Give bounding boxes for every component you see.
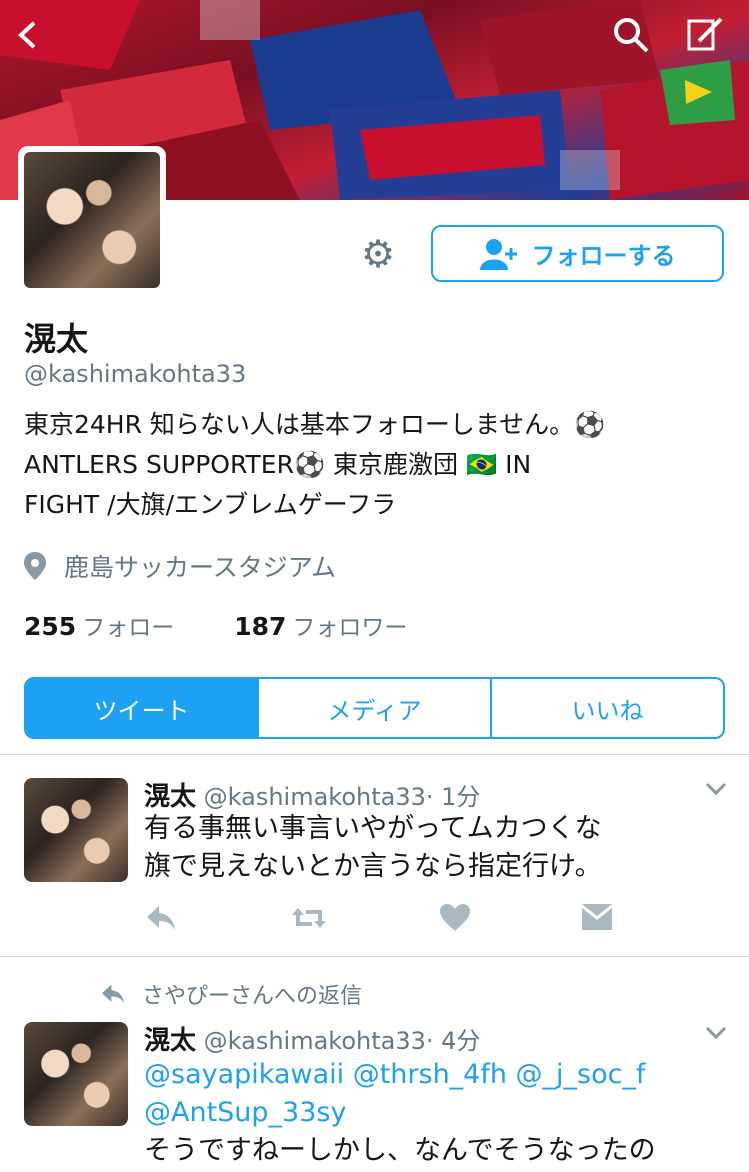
followers-stat[interactable]: 187 フォロワー <box>234 608 407 642</box>
profile-tabs: ツイート メディア いいね <box>24 677 725 739</box>
dm-button[interactable] <box>582 904 612 940</box>
location-pin-icon <box>24 552 46 580</box>
profile-handle: @kashimakohta33 <box>24 360 247 388</box>
tweet-text: 有る事無い事言いやがってムカつくな 旗で見えないとか言うなら指定行け。 <box>144 810 724 886</box>
follow-button-label: フォローする <box>531 242 676 270</box>
tweet-time: · 1分 <box>425 783 481 811</box>
chevron-down-icon <box>705 1026 727 1040</box>
tweet-time: · 4分 <box>425 1027 481 1055</box>
retweet-icon <box>292 908 326 928</box>
compose-icon <box>687 17 723 51</box>
profile-stats: 255 フォロー 187 フォロワー <box>24 608 407 642</box>
tweet-line: 旗で見えないとか言うなら指定行け。 <box>144 851 602 882</box>
retweet-button[interactable] <box>290 904 328 940</box>
following-label: フォロー <box>82 615 175 641</box>
tweet-avatar[interactable] <box>24 778 128 882</box>
search-button[interactable] <box>608 12 654 58</box>
bio-line: 東京24HR 知らない人は基本フォローしません。⚽ <box>24 410 606 439</box>
profile-location: 鹿島サッカースタジアム <box>24 548 336 584</box>
heart-icon <box>440 904 470 931</box>
reply-context-text: さやぴーさんへの返信 <box>142 984 363 1009</box>
reply-icon <box>102 984 124 1004</box>
compose-button[interactable] <box>682 12 728 58</box>
back-button[interactable] <box>4 12 50 58</box>
tweet-header: 滉太 @kashimakohta33· 4分 <box>144 1020 480 1057</box>
envelope-icon <box>582 904 612 930</box>
profile-avatar[interactable] <box>18 146 166 294</box>
like-button[interactable] <box>440 904 470 940</box>
bio-line: ANTLERS SUPPORTER⚽ 東京鹿激団 🇧🇷 IN <box>24 450 532 479</box>
reply-context[interactable]: さやぴーさんへの返信 <box>100 978 362 1010</box>
tweet-author-handle: @kashimakohta33 <box>203 783 426 811</box>
tweet-author-handle: @kashimakohta33 <box>203 1027 426 1055</box>
chevron-down-icon <box>705 782 727 796</box>
tweet-actions <box>0 904 749 940</box>
followers-label: フォロワー <box>292 615 408 641</box>
following-count: 255 <box>24 612 77 641</box>
reply-icon <box>147 906 175 930</box>
tweet-author-name: 滉太 <box>144 782 197 812</box>
chevron-left-icon <box>18 21 36 49</box>
profile-name: 滉太 <box>24 320 89 358</box>
tweet-header: 滉太 @kashimakohta33· 1分 <box>144 776 480 813</box>
following-stat[interactable]: 255 フォロー <box>24 608 174 642</box>
reply-button[interactable] <box>145 904 177 940</box>
tweet-mentions[interactable]: @AntSup_33sy <box>144 1094 724 1132</box>
divider <box>0 754 749 755</box>
tweet-text: @sayapikawaii @thrsh_4fh @_j_soc_f @AntS… <box>144 1056 724 1170</box>
follow-button[interactable]: フォローする <box>431 225 724 282</box>
add-user-icon <box>479 238 517 270</box>
tab-tweets[interactable]: ツイート <box>26 679 257 737</box>
tweet-menu-button[interactable] <box>704 778 728 803</box>
tab-media[interactable]: メディア <box>257 679 490 737</box>
location-text: 鹿島サッカースタジアム <box>64 553 337 582</box>
tweet-mentions[interactable]: @sayapikawaii @thrsh_4fh @_j_soc_f <box>144 1056 724 1094</box>
profile-bio: 東京24HR 知らない人は基本フォローしません。⚽ ANTLERS SUPPOR… <box>24 405 724 525</box>
tweet-avatar[interactable] <box>24 1022 128 1126</box>
tab-likes[interactable]: いいね <box>490 679 723 737</box>
tweet-line: 有る事無い事言いやがってムカつくな <box>144 813 602 844</box>
tweet-author-name: 滉太 <box>144 1026 197 1056</box>
tweet-line: そうですねーしかし、なんでそうなったの <box>144 1135 656 1166</box>
followers-count: 187 <box>234 612 287 641</box>
search-icon <box>614 18 649 53</box>
settings-gear-button[interactable]: ⚙ <box>358 234 398 274</box>
divider <box>0 956 749 957</box>
bio-line: FIGHT /大旗/エンブレムゲーフラ <box>24 490 397 519</box>
tweet-menu-button[interactable] <box>704 1022 728 1047</box>
gear-icon: ⚙ <box>360 232 396 276</box>
